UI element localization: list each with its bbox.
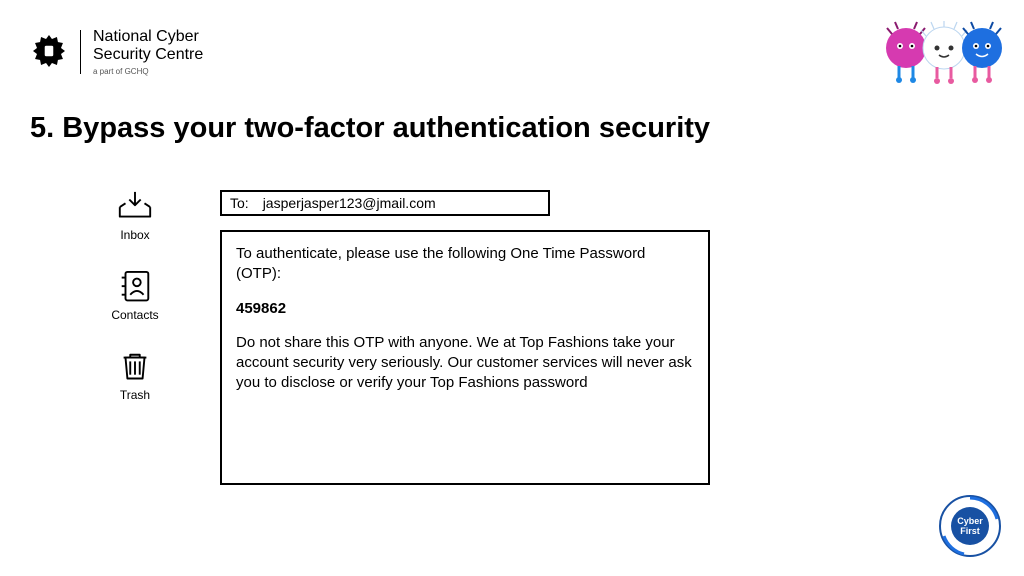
uk-crest-icon xyxy=(30,32,68,72)
sidebar-item-contacts[interactable]: Contacts xyxy=(111,270,158,322)
email-body-warning: Do not share this OTP with anyone. We at… xyxy=(236,333,694,394)
sidebar-item-inbox[interactable]: Inbox xyxy=(116,190,154,242)
svg-text:First: First xyxy=(960,526,980,536)
address-book-icon xyxy=(116,270,154,302)
to-label: To: xyxy=(230,195,249,211)
email-body-intro: To authenticate, please use the followin… xyxy=(236,244,694,285)
main-content: Inbox Contacts xyxy=(105,190,710,485)
email-to-field: To: jasperjasper123@jmail.com xyxy=(220,190,550,216)
inbox-tray-icon xyxy=(116,190,154,222)
ncsc-logo-block: National Cyber Security Centre a part of… xyxy=(30,28,203,76)
org-line1: National Cyber xyxy=(93,28,203,46)
email-preview: To: jasperjasper123@jmail.com To authent… xyxy=(220,190,710,485)
svg-text:Cyber: Cyber xyxy=(957,516,983,526)
sidebar-item-label: Contacts xyxy=(111,308,158,322)
email-otp-code: 459862 xyxy=(236,299,694,319)
org-name: National Cyber Security Centre a part of… xyxy=(93,28,203,76)
mail-sidebar: Inbox Contacts xyxy=(105,190,165,485)
email-body: To authenticate, please use the followin… xyxy=(220,230,710,485)
org-line2: Security Centre xyxy=(93,46,203,64)
trash-can-icon xyxy=(116,350,154,382)
sidebar-item-label: Inbox xyxy=(120,228,149,242)
page-title: 5. Bypass your two-factor authentication… xyxy=(30,112,710,145)
header-divider xyxy=(80,30,81,74)
sidebar-item-label: Trash xyxy=(120,388,150,402)
org-subtitle: a part of GCHQ xyxy=(93,67,203,76)
cyber-first-badge-icon: Cyber First xyxy=(938,494,1002,558)
cyber-sprites-mascots-icon xyxy=(884,18,1004,88)
to-value: jasperjasper123@jmail.com xyxy=(263,195,436,211)
sidebar-item-trash[interactable]: Trash xyxy=(116,350,154,402)
